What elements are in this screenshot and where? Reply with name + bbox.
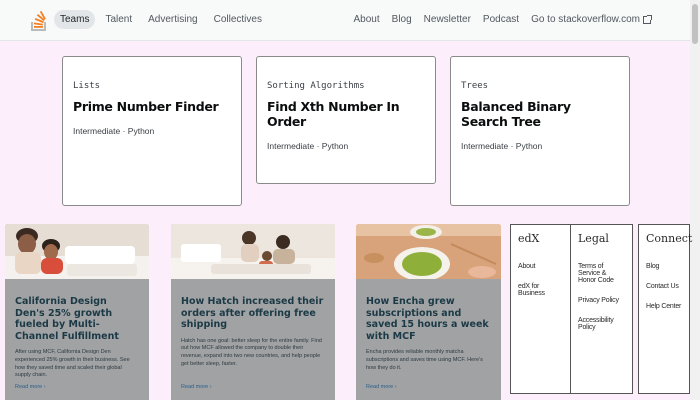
stack-overflow-logo-icon[interactable] — [30, 8, 48, 32]
story-description: After using MCF, California Design Den e… — [15, 349, 130, 379]
footer-heading: edX — [518, 232, 540, 245]
footer-link-about[interactable]: About — [518, 263, 563, 270]
external-link-icon — [643, 14, 652, 24]
article-card[interactable]: Sorting Algorithms Find Xth Number In Or… — [256, 56, 436, 184]
footer-column-legal: Legal Terms of Service & Honor Code Priv… — [570, 224, 633, 394]
story-card[interactable]: California Design Den's 25% growth fuele… — [5, 224, 149, 400]
footer-link-contact[interactable]: Contact Us — [646, 283, 682, 290]
footer-link-edx-for-business[interactable]: edX for Business — [518, 283, 563, 297]
nav-podcast[interactable]: Podcast — [478, 10, 524, 29]
card-title[interactable]: Balanced Binary Search Tree — [461, 99, 619, 129]
footer-column-edx: edX About edX for Business — [510, 224, 571, 394]
top-navigation: Teams Talent Advertising Collectives Abo… — [0, 0, 700, 41]
card-meta: Intermediate · Python — [73, 126, 155, 136]
nav-advertising[interactable]: Advertising — [142, 10, 203, 29]
nav-collectives[interactable]: Collectives — [208, 10, 268, 29]
footer-column-connect: Connect Blog Contact Us Help Center — [638, 224, 693, 394]
card-title[interactable]: Prime Number Finder — [73, 99, 231, 114]
story-photo-family-bed — [5, 224, 149, 279]
article-card[interactable]: Trees Balanced Binary Search Tree Interm… — [450, 56, 630, 206]
nav-teams[interactable]: Teams — [54, 10, 96, 29]
nav-about[interactable]: About — [349, 10, 385, 29]
page-scrollbar[interactable] — [690, 0, 700, 400]
read-more-link[interactable]: Read more › — [15, 384, 46, 390]
story-title[interactable]: How Hatch increased their orders after o… — [181, 296, 325, 331]
story-title[interactable]: How Encha grew subscriptions and saved 1… — [366, 296, 491, 342]
nav-go-to-stackoverflow[interactable]: Go to stackoverflow.com — [526, 10, 656, 29]
card-category: Lists — [73, 81, 101, 91]
article-card[interactable]: Lists Prime Number Finder Intermediate ·… — [62, 56, 242, 206]
nav-newsletter[interactable]: Newsletter — [419, 10, 476, 29]
story-description: Encha provides reliable monthly matcha s… — [366, 349, 483, 371]
card-meta: Intermediate · Python — [461, 141, 543, 151]
story-card[interactable]: How Hatch increased their orders after o… — [171, 224, 335, 400]
footer-link-blog[interactable]: Blog — [646, 263, 682, 270]
footer-link-terms[interactable]: Terms of Service & Honor Code — [578, 263, 625, 284]
story-photo-family-bed — [171, 224, 335, 279]
footer-link-help[interactable]: Help Center — [646, 303, 682, 310]
nav-go-to-stackoverflow-label: Go to stackoverflow.com — [531, 14, 640, 25]
story-description: Hatch has one goal: better sleep for the… — [181, 337, 322, 367]
story-card[interactable]: How Encha grew subscriptions and saved 1… — [356, 224, 501, 400]
read-more-link[interactable]: Read more › — [366, 384, 397, 390]
scrollbar-thumb[interactable] — [692, 4, 698, 44]
footer-heading: Connect — [646, 232, 693, 245]
story-title[interactable]: California Design Den's 25% growth fuele… — [15, 296, 139, 342]
footer-heading: Legal — [578, 232, 609, 245]
footer-link-accessibility[interactable]: Accessibility Policy — [578, 317, 625, 331]
footer-link-privacy[interactable]: Privacy Policy — [578, 297, 625, 304]
card-category: Sorting Algorithms — [267, 81, 365, 91]
story-photo-matcha — [356, 224, 501, 281]
card-title[interactable]: Find Xth Number In Order — [267, 99, 425, 129]
nav-talent[interactable]: Talent — [99, 10, 138, 29]
nav-blog[interactable]: Blog — [387, 10, 417, 29]
card-meta: Intermediate · Python — [267, 141, 349, 151]
read-more-link[interactable]: Read more › — [181, 384, 212, 390]
card-category: Trees — [461, 81, 489, 91]
